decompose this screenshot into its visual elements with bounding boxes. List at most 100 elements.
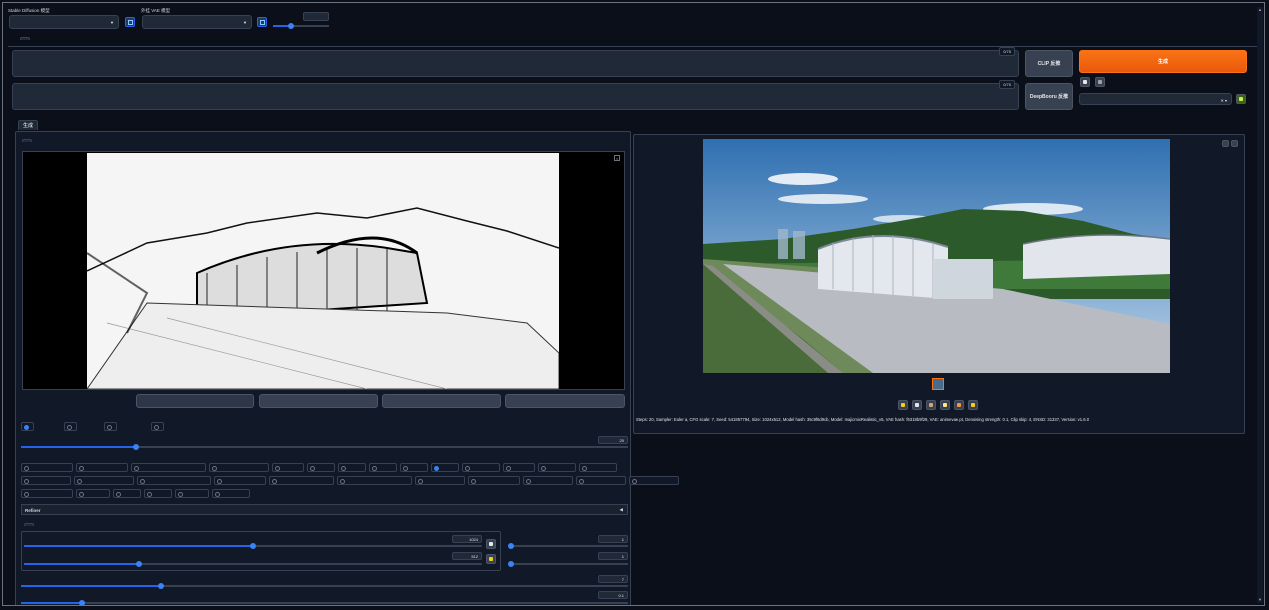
image-upload-area[interactable]: × (22, 151, 625, 390)
batch-count-value[interactable]: 1 (598, 535, 628, 543)
close-icon[interactable]: × (614, 155, 620, 161)
cfg-slider[interactable] (21, 583, 628, 589)
cfg-handle[interactable] (157, 583, 164, 589)
steps-value[interactable]: 20 (598, 436, 628, 444)
auto-size-button[interactable] (486, 554, 496, 564)
tab-img2img-sub[interactable] (22, 139, 32, 142)
generate-button[interactable]: 生成 (1079, 50, 1247, 73)
style-clear-button[interactable] (1095, 77, 1105, 87)
sampler-option[interactable] (307, 463, 335, 472)
refresh-vae-button[interactable] (257, 17, 267, 27)
sampler-option[interactable] (131, 463, 206, 472)
sampler-option[interactable] (431, 463, 459, 472)
height-handle[interactable] (135, 561, 142, 567)
scroll-down-icon[interactable]: ▼ (1258, 597, 1262, 603)
sampler-option[interactable] (337, 476, 412, 485)
send-inpaint-button[interactable] (954, 400, 964, 410)
batch-size-handle[interactable] (508, 561, 514, 567)
sampler-option[interactable] (113, 489, 141, 498)
clip-skip-slider[interactable] (273, 23, 329, 29)
sampler-option[interactable] (538, 463, 576, 472)
vae-label: 外挂 VAE 模型 (141, 8, 171, 13)
prompt-input[interactable]: 0/75 (12, 47, 1019, 77)
sampler-option[interactable] (369, 463, 397, 472)
deepbooru-interrogate-button[interactable]: DeepBooru 反推 (1025, 83, 1073, 110)
width-slider[interactable] (24, 543, 482, 549)
copy-to-img2img-button[interactable] (136, 394, 254, 408)
send-extras-button[interactable] (968, 400, 978, 410)
resize-option-crop[interactable] (64, 422, 77, 431)
styles-select[interactable]: ✕ ▾ (1079, 93, 1232, 105)
tab-img2img[interactable] (20, 37, 30, 40)
sampler-option[interactable] (76, 489, 110, 498)
height-slider[interactable] (24, 561, 482, 567)
resize-option-latent[interactable] (151, 422, 164, 431)
output-panel: Steps: 20, Sampler: Euler a, CFG scale: … (633, 134, 1245, 434)
denoise-slider[interactable] (21, 600, 628, 605)
width-handle[interactable] (250, 543, 256, 549)
resize-option-fill[interactable] (104, 422, 117, 431)
sampler-option[interactable] (576, 476, 626, 485)
sampler-option[interactable] (415, 476, 465, 485)
batch-size-slider[interactable] (508, 561, 628, 567)
sampler-option[interactable] (214, 476, 266, 485)
negative-token-count: 0/75 (999, 80, 1015, 89)
refresh-model-button[interactable] (125, 17, 135, 27)
vae-select[interactable]: ▼ (142, 15, 252, 29)
sampler-option[interactable] (74, 476, 134, 485)
copy-to-inpaint-sketch-button[interactable] (505, 394, 625, 408)
clip-interrogate-button[interactable]: CLIP 反推 (1025, 50, 1073, 77)
batch-count-slider[interactable] (508, 543, 628, 549)
style-save-button[interactable] (1236, 94, 1246, 104)
size-box (21, 531, 501, 571)
batch-count-handle[interactable] (508, 543, 514, 549)
swap-dimensions-button[interactable] (486, 539, 496, 549)
sampler-option[interactable] (137, 476, 211, 485)
sampler-option[interactable] (468, 476, 520, 485)
zip-button[interactable] (926, 400, 936, 410)
sampler-option[interactable] (21, 463, 73, 472)
send-img2img-button[interactable] (940, 400, 950, 410)
sampler-option[interactable] (144, 489, 172, 498)
sampler-option[interactable] (462, 463, 500, 472)
sampler-option[interactable] (503, 463, 535, 472)
sampler-option[interactable] (400, 463, 428, 472)
sampler-option[interactable] (175, 489, 209, 498)
sampler-option[interactable] (76, 463, 128, 472)
tab-generation[interactable]: 生成 (18, 120, 39, 130)
steps-slider[interactable] (21, 444, 628, 450)
scroll-up-icon[interactable]: ▲ (1258, 7, 1262, 13)
height-value[interactable]: 512 (452, 552, 482, 560)
sampler-option[interactable] (338, 463, 366, 472)
output-thumbnail[interactable] (932, 378, 944, 390)
sampler-option[interactable] (272, 463, 304, 472)
sampler-option[interactable] (21, 476, 71, 485)
sampler-option[interactable] (523, 476, 573, 485)
sampler-option[interactable] (21, 489, 73, 498)
save-button[interactable] (912, 400, 922, 410)
refiner-accordion[interactable]: Refiner ◀ (21, 504, 628, 515)
clip-skip-value[interactable] (303, 12, 329, 21)
denoise-value[interactable]: 0.1 (598, 591, 628, 599)
sampler-option[interactable] (269, 476, 334, 485)
denoise-handle[interactable] (78, 600, 85, 605)
sampler-option[interactable] (212, 489, 250, 498)
negative-prompt-input[interactable]: 0/75 (12, 80, 1019, 110)
download-icon[interactable] (1222, 140, 1229, 147)
close-icon[interactable] (1231, 140, 1238, 147)
steps-handle[interactable] (133, 444, 140, 450)
sampler-option[interactable] (209, 463, 269, 472)
copy-to-sketch-button[interactable] (259, 394, 378, 408)
resize-option-just[interactable] (21, 422, 34, 431)
copy-to-inpaint-button[interactable] (382, 394, 501, 408)
sampler-option[interactable] (579, 463, 617, 472)
batch-size-value[interactable]: 1 (598, 552, 628, 560)
scrollbar[interactable]: ▲ ▼ (1257, 7, 1263, 603)
width-value[interactable]: 1024 (452, 535, 482, 543)
model-select[interactable]: ▼ (9, 15, 119, 29)
tab-resize-to[interactable] (24, 523, 34, 526)
style-apply-button[interactable] (1080, 77, 1090, 87)
cfg-value[interactable]: 7 (598, 575, 628, 583)
sampler-option[interactable] (629, 476, 679, 485)
open-folder-button[interactable] (898, 400, 908, 410)
